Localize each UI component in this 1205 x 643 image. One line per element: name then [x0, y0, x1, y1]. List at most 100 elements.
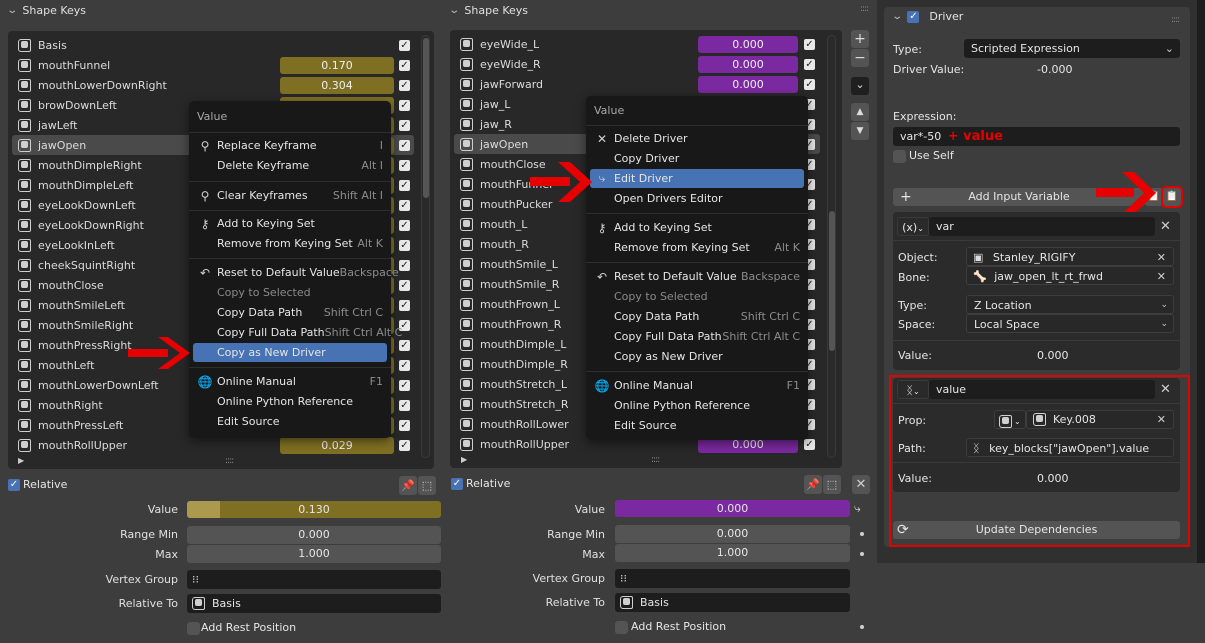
shape-key-mute-checkbox[interactable]: ✓ [399, 300, 410, 311]
edit-mode-icon[interactable]: ⬚ [823, 475, 841, 494]
shape-key-value[interactable]: 0.000 [698, 36, 798, 53]
panel-drag-grip[interactable]: :::: [860, 4, 869, 14]
update-dependencies-button[interactable]: ⟳ Update Dependencies [893, 521, 1180, 539]
animate-property-icon[interactable] [860, 532, 864, 536]
vertex-group-field[interactable]: ⁝⁝ [187, 570, 441, 589]
shape-key-mute-checkbox[interactable]: ✓ [804, 79, 815, 90]
object-field[interactable]: ▣ Stanley_RIGIFY ✕ [966, 247, 1174, 266]
relative-to-field[interactable]: Basis [187, 594, 441, 613]
shape-key-mute-checkbox[interactable]: ✓ [399, 240, 410, 251]
context-menu-item[interactable]: ⚷ Add to Keying Set [193, 214, 387, 233]
variable-type-selector[interactable]: ᛝ⌄ [897, 380, 929, 399]
animate-property-icon[interactable] [860, 625, 864, 629]
variable-name-input[interactable]: var [929, 217, 1155, 236]
relative-to-field[interactable]: Basis [615, 593, 850, 612]
value-slider[interactable]: 0.000 [615, 500, 850, 517]
context-menu-item[interactable]: Copy Full Data Path Shift Ctrl Alt C [590, 327, 804, 346]
context-menu-item[interactable]: Edit Source [590, 416, 804, 435]
driver-type-dropdown[interactable]: Scripted Expression ⌄ [964, 39, 1180, 58]
move-down-button[interactable]: ▼ [851, 122, 869, 140]
variable-name-input[interactable]: value [929, 380, 1155, 399]
vertex-group-field[interactable]: ⁝⁝ [615, 569, 850, 588]
space-dropdown[interactable]: Local Space ⌄ [966, 314, 1174, 333]
shape-key-mute-checkbox[interactable]: ✓ [399, 220, 410, 231]
context-menu-item[interactable]: Online Python Reference [590, 396, 804, 415]
shape-key-mute-checkbox[interactable]: ✓ [399, 400, 410, 411]
shape-key-mute-checkbox[interactable]: ✓ [399, 340, 410, 351]
context-menu-item[interactable]: Copy as New Driver [590, 347, 804, 366]
context-menu-item[interactable]: ↶ Reset to Default Value Backspace [193, 263, 399, 282]
shape-key-mute-checkbox[interactable]: ✓ [399, 180, 410, 191]
context-menu-item[interactable]: ⚷ Add to Keying Set [590, 218, 804, 237]
list-expand-icon[interactable]: ▶ [18, 456, 24, 465]
variable-type-selector[interactable]: (x)⌄ [897, 217, 929, 236]
add-shape-key-button[interactable]: + [851, 30, 869, 48]
id-type-dropdown[interactable]: ⌄ [994, 410, 1026, 429]
panel-drag-grip[interactable]: :::: [1171, 15, 1180, 25]
shape-key-mute-checkbox[interactable]: ✓ [804, 439, 815, 450]
shape-key-mute-checkbox[interactable]: ✓ [804, 39, 815, 50]
clear-bone-icon[interactable]: ✕ [1157, 267, 1166, 286]
remove-variable-icon[interactable]: ✕ [1160, 382, 1171, 397]
clear-object-icon[interactable]: ✕ [1157, 248, 1166, 267]
context-menu-item[interactable]: Copy to Selected [193, 283, 387, 302]
driver-icon[interactable]: ⤷ [854, 501, 861, 516]
scrollbar-mid[interactable] [827, 35, 836, 458]
shape-key-mute-checkbox[interactable]: ✓ [399, 440, 410, 451]
context-menu-item[interactable]: ✕ Delete Driver [590, 129, 804, 148]
range-min-field[interactable]: 0.000 [615, 525, 850, 543]
context-menu-item[interactable]: Copy Driver [590, 149, 804, 168]
shape-key-value[interactable]: 0.000 [698, 56, 798, 73]
max-field[interactable]: 1.000 [187, 545, 441, 563]
pin-icon[interactable]: 📌 [804, 475, 822, 494]
list-resize-grip[interactable]: :::: [651, 455, 660, 465]
shape-key-value[interactable]: 0.000 [698, 76, 798, 93]
clear-prop-icon[interactable]: ✕ [1157, 410, 1166, 429]
context-menu-item[interactable]: Copy to Selected [590, 287, 804, 306]
remove-variable-icon[interactable]: ✕ [1160, 219, 1171, 234]
shape-key-mute-checkbox[interactable]: ✓ [399, 420, 410, 431]
clear-shape-keys-button[interactable]: ✕ [852, 475, 870, 494]
context-menu-item[interactable]: Copy Full Data Path Shift Ctrl Alt C [193, 323, 402, 342]
use-self-checkbox[interactable] [893, 150, 906, 163]
context-menu-item[interactable]: Copy Data Path Shift Ctrl C [193, 303, 387, 322]
max-field[interactable]: 1.000 [615, 544, 850, 562]
context-menu-item[interactable]: Remove from Keying Set Alt K [590, 238, 804, 257]
context-menu-item[interactable]: Online Python Reference [193, 392, 387, 411]
list-resize-grip[interactable]: :::: [225, 456, 234, 466]
context-menu-item[interactable]: Remove from Keying Set Alt K [193, 234, 387, 253]
shape-key-mute-checkbox[interactable]: ✓ [804, 59, 815, 70]
shape-key-row[interactable]: Basis [12, 35, 414, 55]
add-rest-checkbox[interactable] [615, 621, 628, 634]
context-menu-item[interactable]: ⚲ Clear Keyframes Shift Alt I [193, 186, 387, 205]
paste-variables-icon[interactable]: 📋 [1161, 186, 1183, 208]
context-menu-item[interactable]: Edit Source [193, 412, 387, 431]
shape-key-mute-checkbox[interactable]: ✓ [399, 380, 410, 391]
shape-key-mute-checkbox[interactable]: ✓ [399, 200, 410, 211]
edit-mode-icon[interactable]: ⬚ [418, 476, 436, 495]
add-rest-checkbox[interactable] [187, 622, 200, 635]
shape-key-mute-checkbox[interactable]: ✓ [399, 280, 410, 291]
remove-shape-key-button[interactable]: − [851, 49, 869, 67]
relative-checkbox[interactable]: ✓ [451, 478, 463, 490]
bone-field[interactable]: 🦴 jaw_open_lt_rt_frwd ✕ [966, 266, 1174, 285]
driver-enabled-checkbox[interactable]: ✓ [907, 10, 920, 23]
value-slider[interactable]: 0.130 [187, 501, 441, 518]
shape-keys-header-mid[interactable]: ⌄ Shape Keys [448, 0, 528, 20]
shape-key-mute-checkbox[interactable]: ✓ [399, 40, 410, 51]
list-expand-icon[interactable]: ▶ [461, 455, 467, 464]
driver-header[interactable]: ⌄ ✓ Driver [891, 10, 963, 23]
context-menu-item[interactable]: 🌐 Online Manual F1 [193, 372, 387, 391]
pin-icon[interactable]: 📌 [399, 476, 417, 495]
prop-field[interactable]: Key.008 ✕ [1026, 410, 1174, 429]
shape-keys-header-left[interactable]: ⌄ Shape Keys [6, 0, 86, 20]
move-up-button[interactable]: ▲ [851, 103, 869, 121]
context-menu-item[interactable]: Copy Data Path Shift Ctrl C [590, 307, 804, 326]
shape-key-mute-checkbox[interactable]: ✓ [399, 60, 410, 71]
shape-key-mute-checkbox[interactable]: ✓ [399, 80, 410, 91]
expression-field[interactable]: var*-50 + value [893, 127, 1180, 146]
shape-key-mute-checkbox[interactable]: ✓ [399, 140, 410, 151]
transform-type-dropdown[interactable]: Z Location ⌄ [966, 295, 1174, 314]
shape-key-mute-checkbox[interactable]: ✓ [399, 100, 410, 111]
specials-menu-button[interactable]: ⌄ [851, 77, 869, 95]
